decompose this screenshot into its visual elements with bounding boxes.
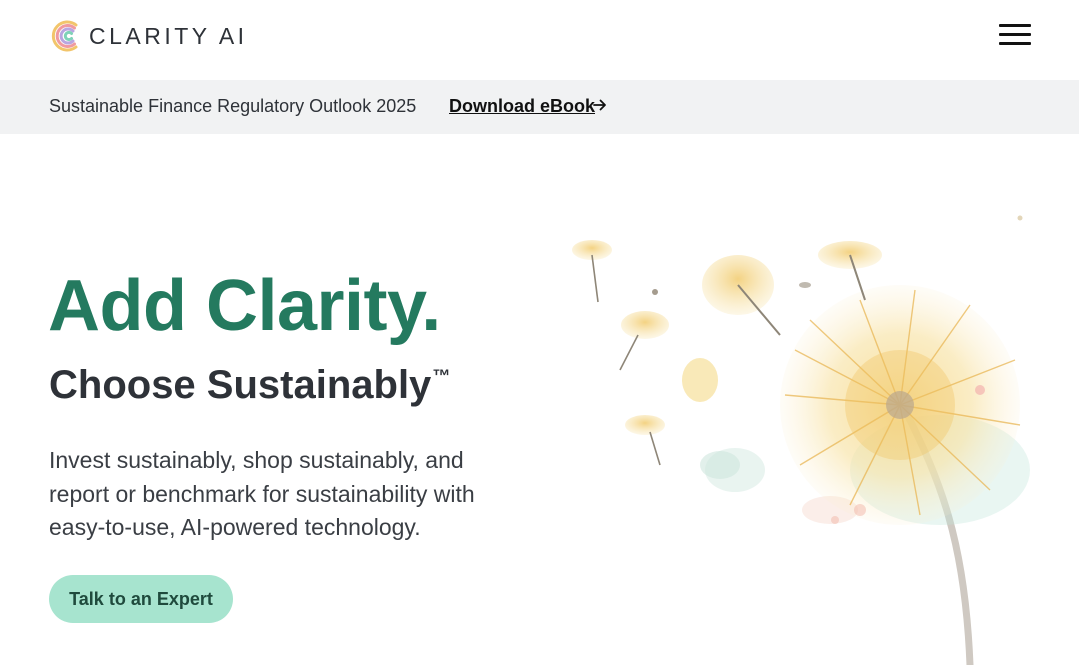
hero-description: Invest sustainably, shop sustainably, an… <box>49 447 475 540</box>
logo-text: CLARITY AI <box>89 22 248 49</box>
trademark-mark: ™ <box>432 366 451 386</box>
dandelion-illustration <box>572 215 1030 665</box>
hero-subtitle-text: Choose Sustainably <box>49 363 432 407</box>
clarity-logo-icon <box>51 20 78 52</box>
logo-link[interactable]: CLARITY AI <box>49 17 248 55</box>
hamburger-menu-button[interactable] <box>996 22 1034 48</box>
menu-bar <box>999 33 1031 36</box>
banner-text: Sustainable Finance Regulatory Outlook 2… <box>49 96 417 116</box>
site-header: CLARITY AI <box>0 0 1079 80</box>
arrow-right-icon[interactable] <box>593 98 607 112</box>
announcement-banner: Sustainable Finance Regulatory Outlook 2… <box>0 80 1079 134</box>
menu-bar <box>999 42 1031 45</box>
download-ebook-link[interactable]: Download eBook <box>449 96 595 117</box>
hero-title: Add Clarity. <box>48 266 441 346</box>
talk-to-expert-button[interactable]: Talk to an Expert <box>49 575 233 623</box>
hero-subtitle: Choose Sustainably™ <box>49 365 450 405</box>
menu-bar <box>999 24 1031 27</box>
